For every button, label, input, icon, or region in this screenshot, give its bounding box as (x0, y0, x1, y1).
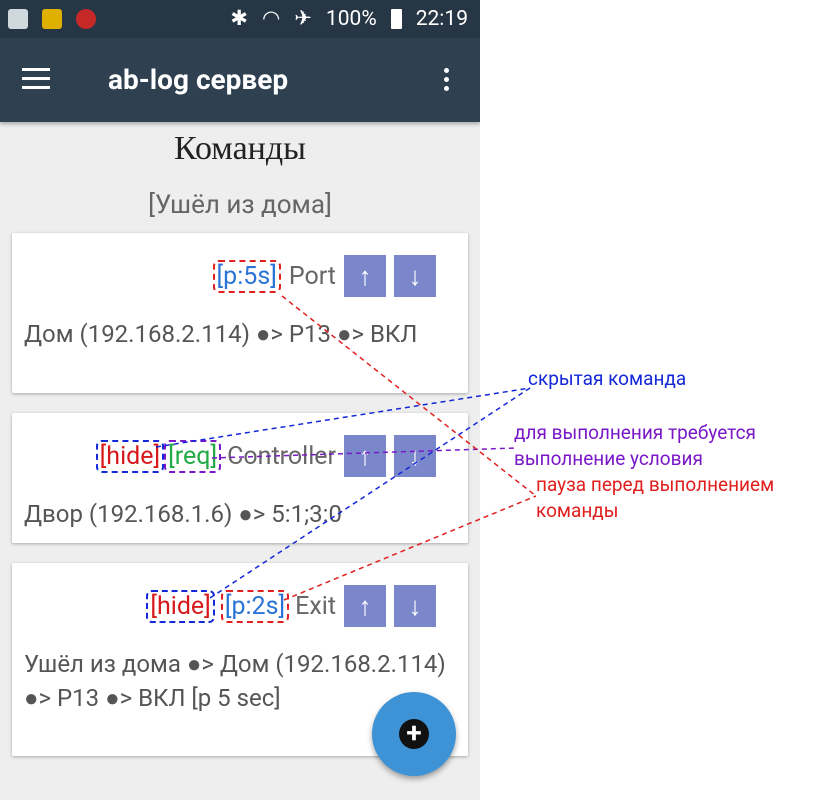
phone-screen: ✱ ◠ ✈ 100% 22:19 ab-log сервер Команды [… (0, 0, 480, 800)
status-bar: ✱ ◠ ✈ 100% 22:19 (0, 0, 480, 38)
bluetooth-icon: ✱ (230, 7, 248, 31)
clock: 22:19 (415, 6, 468, 31)
move-up-button[interactable]: ↑ (344, 585, 386, 627)
move-down-button[interactable]: ↓ (394, 585, 436, 627)
move-down-button[interactable]: ↓ (394, 435, 436, 477)
req-tag: [req] (164, 439, 222, 473)
airplane-icon: ✈ (294, 7, 312, 31)
page-title: Команды (173, 130, 307, 167)
card-header: [hide] [req] Controller ↑ ↓ (95, 435, 436, 477)
command-name: Controller (227, 441, 336, 471)
battery-level: 100% (325, 6, 377, 31)
hide-tag: [hide] (95, 439, 165, 473)
wifi-icon: ◠ (261, 7, 281, 31)
annotation-hidden: скрытая команда (528, 367, 687, 390)
add-command-button[interactable]: + (372, 692, 456, 776)
gallery-icon (8, 9, 28, 29)
move-up-button[interactable]: ↑ (344, 255, 386, 297)
scenario-subtitle: [Ушёл из дома] (148, 190, 332, 220)
annotation-req: для выполнения требуется выполнение усло… (514, 421, 756, 470)
overflow-menu-icon[interactable] (438, 68, 454, 96)
move-up-button[interactable]: ↑ (344, 435, 386, 477)
command-card-port[interactable]: [p:5s] Port ↑ ↓ Дом (192.168.2.114) ●> P… (12, 233, 468, 393)
app-title: ab-log сервер (108, 63, 289, 96)
card-header: [hide] [p:2s] Exit ↑ ↓ (146, 585, 436, 627)
pause-tag: [p:5s] (212, 259, 281, 293)
notification-icons (8, 9, 96, 29)
plus-icon: + (399, 719, 429, 749)
command-description: Двор (192.168.1.6) ●> 5:1;3:0 (24, 500, 342, 528)
bulb-app-icon (76, 9, 96, 29)
battery-icon (390, 8, 402, 29)
app-bar: ab-log сервер (0, 38, 480, 122)
command-card-controller[interactable]: [hide] [req] Controller ↑ ↓ Двор (192.16… (12, 413, 468, 543)
command-name: Exit (295, 591, 336, 621)
annotation-pause: пауза перед выполнением команды (536, 473, 775, 522)
command-description: Дом (192.168.2.114) ●> P13 ●> ВКЛ (24, 320, 418, 348)
card-header: [p:5s] Port ↑ ↓ (212, 255, 436, 297)
hide-tag: [hide] (146, 589, 215, 623)
menu-icon[interactable] (22, 68, 50, 90)
move-down-button[interactable]: ↓ (394, 255, 436, 297)
command-name: Port (288, 261, 336, 291)
status-right: ✱ ◠ ✈ 100% 22:19 (230, 6, 468, 32)
pause-tag: [p:2s] (220, 589, 290, 623)
eye-app-icon (42, 9, 62, 29)
